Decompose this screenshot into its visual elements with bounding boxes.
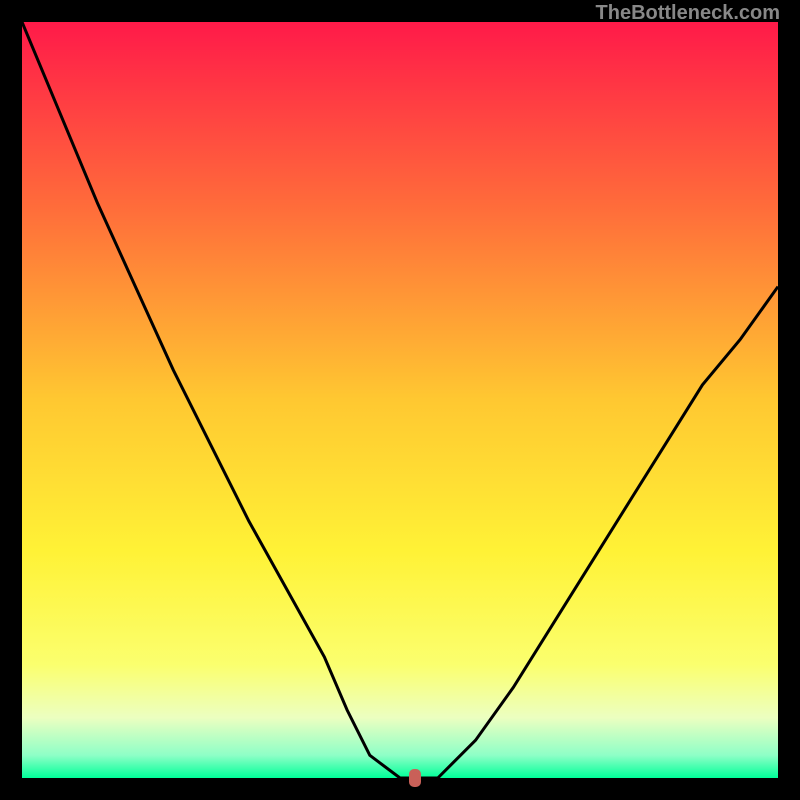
chart-svg bbox=[22, 22, 778, 778]
watermark-label: TheBottleneck.com bbox=[596, 2, 780, 25]
chart-plot-area bbox=[22, 22, 778, 778]
chart-marker bbox=[409, 769, 421, 787]
chart-background bbox=[22, 22, 778, 778]
